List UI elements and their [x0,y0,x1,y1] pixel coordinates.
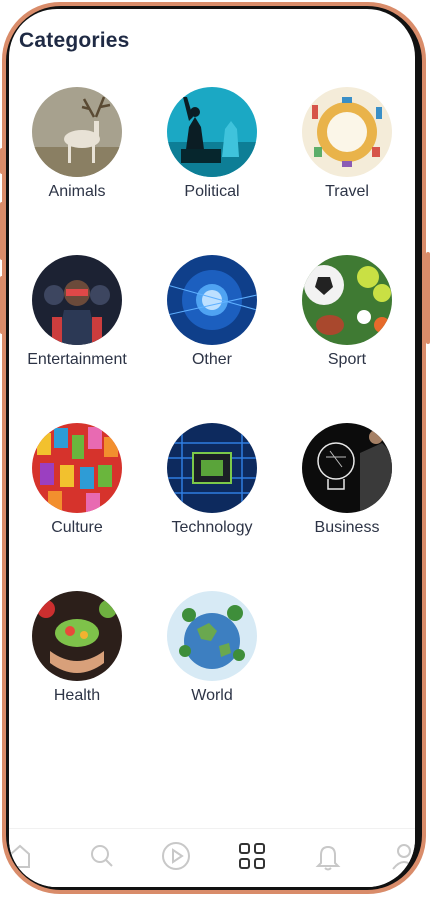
nav-search[interactable] [85,839,119,873]
category-health[interactable]: Health [9,591,145,731]
side-button-left-3 [0,276,4,334]
category-label: Animals [48,183,106,200]
political-image [167,87,257,177]
category-entertainment[interactable]: Entertainment [9,255,145,395]
category-label: Political [184,183,240,200]
nav-profile[interactable] [387,839,415,873]
technology-image [167,423,257,513]
animals-image [32,87,122,177]
category-label: Travel [325,183,369,200]
screen: Categories Animals Political Travel Ente… [9,9,415,887]
grid-icon [239,843,265,869]
side-button-left-1 [0,148,4,174]
side-button-right [426,252,430,344]
category-label: World [191,687,233,704]
category-label: Sport [327,351,367,368]
world-image [167,591,257,681]
category-label: Business [314,519,380,536]
travel-image [302,87,392,177]
category-travel[interactable]: Travel [279,87,415,227]
culture-image [32,423,122,513]
nav-home[interactable] [9,839,37,873]
category-label: Other [191,351,232,368]
category-culture[interactable]: Culture [9,423,145,563]
nav-video[interactable] [159,839,193,873]
sport-image [302,255,392,345]
play-icon [162,842,190,870]
category-label: Culture [51,519,103,536]
category-political[interactable]: Political [144,87,280,227]
category-other[interactable]: Other [144,255,280,395]
bottom-navigation [9,828,415,887]
search-icon [91,845,113,867]
category-business[interactable]: Business [279,423,415,563]
category-label: Technology [171,519,253,536]
home-icon [10,844,30,868]
category-world[interactable]: World [144,591,280,731]
category-technology[interactable]: Technology [144,423,280,563]
category-label: Entertainment [27,351,127,368]
bell-icon [315,845,341,871]
other-image [167,255,257,345]
health-image [32,591,122,681]
nav-categories[interactable] [235,839,269,873]
side-button-left-2 [0,202,4,260]
category-animals[interactable]: Animals [9,87,145,227]
business-image [302,423,392,513]
profile-icon [392,844,415,870]
page-title: Categories [19,29,130,52]
entertainment-image [32,255,122,345]
nav-notifications[interactable] [311,839,345,873]
category-label: Health [53,687,101,704]
category-sport[interactable]: Sport [279,255,415,395]
